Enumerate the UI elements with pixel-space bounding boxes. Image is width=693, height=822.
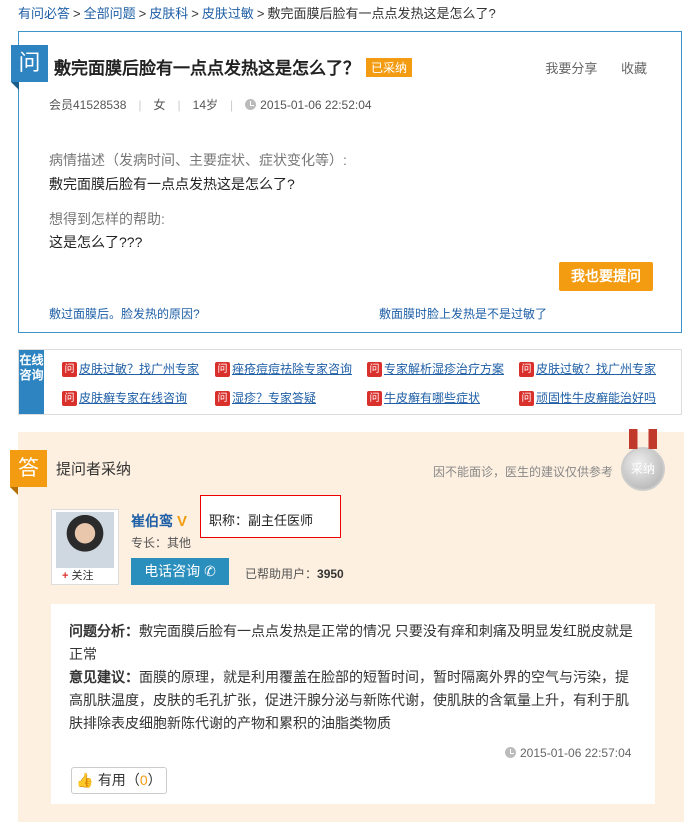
consult-link[interactable]: 问皮肤过敏？找广州专家: [62, 360, 199, 377]
consult-link[interactable]: 问皮肤癣专家在线咨询: [62, 389, 187, 406]
doctor-photo: [56, 512, 114, 568]
consult-link[interactable]: 问专家解析湿疹治疗方案: [367, 360, 504, 377]
breadcrumb-link-all[interactable]: 全部问题: [84, 6, 136, 21]
online-consult-tag: 在线咨询: [19, 350, 44, 414]
consult-link[interactable]: 问牛皮癣有哪些症状: [367, 389, 480, 406]
answer-badge-icon: 答: [10, 450, 47, 495]
member-id: 会员41528538: [49, 98, 127, 112]
doctor-specialty: 专长：其他: [131, 536, 192, 550]
question-mark-icon: 问: [62, 362, 77, 377]
ask-question-button[interactable]: 我也要提问: [559, 262, 653, 291]
question-mark-icon: 问: [519, 391, 534, 406]
helped-users: 已帮助用户：3950: [245, 567, 344, 581]
question-actions: 我要分享 收藏: [525, 58, 647, 77]
consult-link[interactable]: 问痤疮痘痘祛除专家咨询: [215, 360, 352, 377]
help-text: 这是怎么了???: [49, 234, 143, 250]
breadcrumb-current: 敷完面膜后脸有一点点发热这是怎么了?: [267, 6, 496, 21]
thumbs-up-icon: 👍: [76, 772, 94, 788]
doctor-name[interactable]: 崔伯鸾 V: [131, 511, 187, 531]
help-label: 想得到怎样的帮助:: [49, 211, 165, 227]
phone-consult-button[interactable]: 电话咨询 ✆: [131, 558, 229, 585]
clock-icon: [245, 99, 257, 110]
verified-icon: V: [177, 513, 188, 530]
question-mark-icon: 问: [519, 362, 534, 377]
doctor-title-highlight: 职称：副主任医师: [200, 495, 341, 538]
answer-content: 问题分析：敷完面膜后脸有一点点发热是正常的情况 只要没有痒和刺痛及明显发红脱皮就…: [51, 604, 655, 804]
doctor-avatar[interactable]: + 关注: [51, 509, 119, 585]
disclaimer-note: 因不能面诊，医生的建议仅供参考: [433, 465, 614, 479]
plus-icon: +: [62, 570, 69, 582]
gender: 女: [153, 98, 166, 112]
share-button[interactable]: 我要分享: [545, 61, 597, 76]
question-box: 问 敷完面膜后脸有一点点发热这是怎么了？ 已采纳 我要分享 收藏 会员415285…: [11, 31, 682, 333]
consult-link[interactable]: 问皮肤过敏？找广州专家: [519, 360, 656, 377]
related-question-link-1[interactable]: 敷过面膜后。脸发热的原因?: [49, 305, 200, 322]
question-mark-icon: 问: [62, 391, 77, 406]
problem-analysis: 问题分析：敷完面膜后脸有一点点发热是正常的情况 只要没有痒和刺痛及明显发红脱皮就…: [69, 623, 633, 662]
question-time: 2015-01-06 22:52:04: [260, 98, 372, 112]
clock-icon: [505, 747, 516, 758]
useful-button[interactable]: 👍 有用（0）: [71, 767, 167, 794]
breadcrumb-link-allergy[interactable]: 皮肤过敏: [202, 6, 254, 21]
doctor-title: 职称：副主任医师: [209, 513, 314, 528]
online-consult-panel: 在线咨询 问皮肤过敏？找广州专家 问痤疮痘痘祛除专家咨询 问专家解析湿疹治疗方案…: [18, 349, 682, 415]
phone-icon: ✆: [204, 563, 216, 579]
question-mark-icon: 问: [367, 391, 382, 406]
adopted-badge: 已采纳: [366, 58, 413, 77]
question-meta: 会员41528538 | 女 | 14岁 | 2015-01-06 22:52:04: [49, 98, 372, 112]
question-mark-icon: 问: [215, 391, 230, 406]
favorite-button[interactable]: 收藏: [621, 61, 647, 76]
breadcrumb-link-home[interactable]: 有问必答: [18, 6, 70, 21]
question-mark-icon: 问: [367, 362, 382, 377]
breadcrumb-link-dermatology[interactable]: 皮肤科: [149, 6, 188, 21]
consult-link[interactable]: 问湿疹？专家答疑: [215, 389, 316, 406]
answer-title: 提问者采纳: [56, 461, 132, 478]
question-badge-icon: 问: [11, 45, 48, 90]
related-question-link-2[interactable]: 敷面膜时脸上发热是不是过敏了: [379, 305, 547, 322]
answer-time: 2015-01-06 22:57:04: [505, 746, 631, 760]
description-text: 敷完面膜后脸有一点点发热这是怎么了?: [49, 176, 295, 192]
advice: 意见建议：面膜的原理，就是利用覆盖在脸部的短暂时间，暂时隔离外界的空气与污染，提…: [69, 669, 629, 731]
follow-button[interactable]: + 关注: [62, 567, 94, 583]
age: 14岁: [192, 98, 219, 112]
question-mark-icon: 问: [215, 362, 230, 377]
description-label: 病情描述（发病时间、主要症状、症状变化等）:: [49, 152, 347, 168]
question-title: 敷完面膜后脸有一点点发热这是怎么了？ 已采纳: [54, 54, 413, 79]
consult-link[interactable]: 问顽固性牛皮癣能治好吗: [519, 389, 656, 406]
breadcrumb: 有问必答 > 全部问题 > 皮肤科 > 皮肤过敏 > 敷完面膜后脸有一点点发热这是怎么了?: [18, 6, 496, 21]
adopted-medal-icon: 采纳: [621, 429, 665, 491]
answer-box: 答 提问者采纳 因不能面诊，医生的建议仅供参考 采纳 + 关注 崔伯鸾 V 职称：…: [10, 429, 684, 822]
question-title-text: 敷完面膜后脸有一点点发热这是怎么了？: [54, 59, 360, 78]
